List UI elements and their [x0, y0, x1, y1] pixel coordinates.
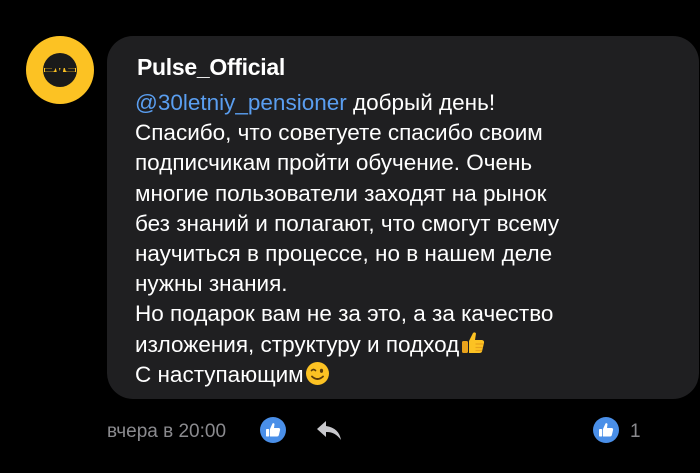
comment-timestamp: вчера в 20:00 — [107, 421, 227, 442]
pulse-logo-icon — [43, 53, 77, 87]
message-line-8: Но подарок вам не за это, а за качество — [135, 301, 554, 327]
winking-face-emoji — [305, 361, 330, 386]
likes-badge[interactable] — [592, 416, 620, 444]
message-line-text: изложения, структуру и подход — [135, 331, 460, 357]
reply-arrow-icon — [317, 421, 341, 440]
message-line-4: многие пользователи заходят на рынок — [135, 180, 547, 206]
message-line-5: без знаний и полагают, что смогут всему — [135, 210, 560, 236]
mention-link[interactable]: @30letniy_pensioner — [135, 90, 347, 115]
like-button[interactable] — [259, 416, 287, 444]
message-line-6: научиться в процессе, но в нашем деле — [135, 241, 553, 267]
message-line-3: подписчикам пройти обучение. Очень — [135, 150, 533, 176]
message-line-1: @30letniy_pensioner добрый день! — [135, 88, 695, 118]
reply-button[interactable] — [313, 416, 345, 444]
thumbs-up-icon — [593, 417, 619, 443]
thumbs-up-icon — [260, 417, 286, 443]
message-line-7: нужны знания. — [135, 271, 288, 297]
thumbs-up-emoji — [460, 330, 486, 356]
message-line-10: С наступающим — [135, 360, 695, 390]
message-line-9: изложения, структуру и подход — [135, 330, 695, 360]
comment-text: @30letniy_pensioner добрый день! Спасибо… — [135, 88, 695, 390]
comment-thread: Pulse_Official @30letniy_pensioner добры… — [0, 0, 700, 473]
message-line-2: Спасибо, что советуете спасибо своим — [135, 120, 543, 146]
message-line-text: добрый день! — [353, 90, 496, 115]
comment-author[interactable]: Pulse_Official — [137, 54, 285, 81]
message-line-text: С наступающим — [135, 361, 304, 387]
likes-count: 1 — [630, 421, 641, 442]
comment-meta: вчера в 20:00 — [107, 418, 226, 446]
author-avatar[interactable] — [26, 36, 94, 104]
